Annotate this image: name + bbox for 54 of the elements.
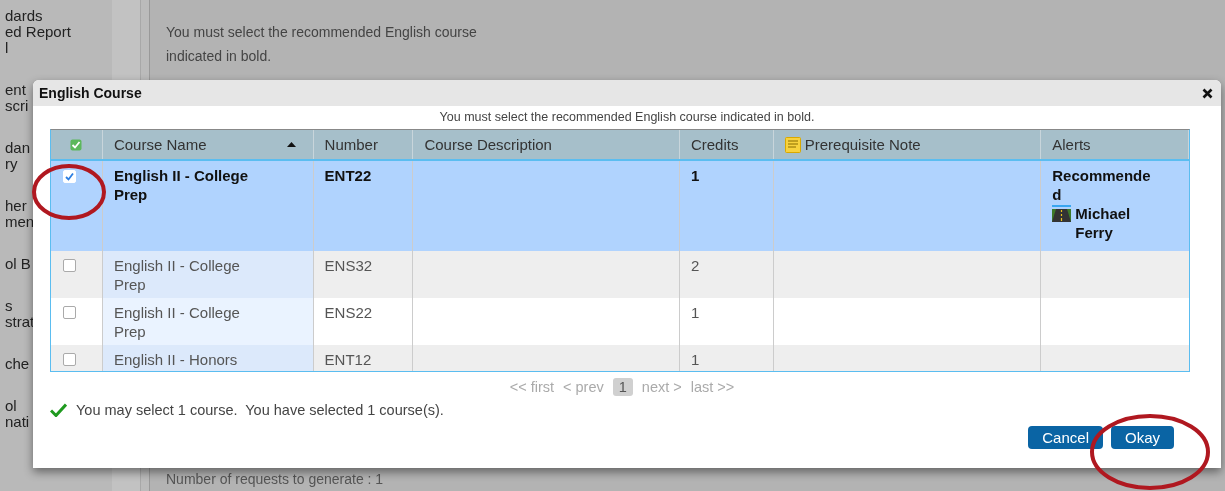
credits-text: 2 [690, 257, 700, 274]
column-header[interactable]: Prerequisite Note [804, 136, 921, 153]
course-name-text: English II - College Prep [113, 256, 241, 294]
sidebar-item-text: nati [5, 414, 30, 430]
sidebar-item-text: l [5, 40, 9, 56]
close-icon[interactable] [1202, 87, 1213, 99]
column-header[interactable]: Number [324, 136, 378, 153]
sidebar-item-text: dan [5, 140, 31, 156]
sidebar-item-text: ol [5, 398, 17, 414]
sidebar-item-text: ol B [5, 256, 31, 272]
row-checkbox[interactable] [63, 353, 76, 366]
instruction-text: You must select the recommended English course indicated in bold. [439, 110, 815, 124]
course-name-text: English II - College Prep [113, 166, 250, 204]
dialog-title: English Course [39, 85, 142, 101]
course-number-text: ENS32 [324, 257, 373, 274]
instruction-text: You must select the recommended English course indicated in bold. [166, 23, 478, 66]
selection-status-text: You may select 1 course. You have selected 1 course(s). [76, 402, 444, 418]
course-row[interactable]: English II - College Prep ENS32 2 [51, 251, 1189, 298]
sidebar-item-text: ry [5, 156, 18, 172]
sidebar-item-text: ent [5, 82, 26, 98]
select-all-check-icon[interactable] [70, 138, 83, 151]
sidebar-item-text: s [5, 298, 13, 314]
requests-count-text: Number of requests to generate : 1 [166, 471, 384, 487]
sidebar-item-text: her [5, 198, 27, 214]
sidebar-item-text: strat [5, 314, 35, 330]
course-name-text: English II - College Prep [113, 303, 241, 341]
sidebar-item-text: che [5, 356, 30, 372]
sort-ascending-icon[interactable] [286, 142, 296, 147]
course-name-text: English II - Honors [113, 350, 239, 369]
course-number-text: ENT22 [324, 167, 372, 184]
alert-text: Recommended [1052, 166, 1152, 204]
sidebar-item-text: dards [5, 8, 43, 24]
column-header[interactable]: Course Name [113, 136, 207, 153]
column-header[interactable]: Alerts [1052, 136, 1091, 153]
course-row[interactable]: English II - College Prep ENT22 1 Recommended Michael Ferry [51, 161, 1189, 251]
road-icon [1052, 205, 1072, 222]
okay-button[interactable]: Okay [1111, 426, 1174, 449]
course-number-text: ENT12 [324, 351, 372, 368]
cancel-button[interactable]: Cancel [1028, 426, 1103, 449]
course-number-text: ENS22 [324, 304, 373, 321]
sidebar-item-text: ed Report [5, 24, 71, 40]
sidebar-item-text: scri [5, 98, 29, 114]
note-icon [784, 136, 801, 153]
page-number-button[interactable]: 1 [612, 378, 633, 396]
credits-text: 1 [690, 351, 700, 368]
row-checkbox[interactable] [63, 259, 76, 272]
sidebar-item-text: men [5, 214, 35, 230]
column-header[interactable]: Credits [690, 136, 739, 153]
row-checkbox[interactable] [63, 306, 76, 319]
column-header[interactable]: Course Description [424, 136, 552, 153]
credits-text: 1 [690, 304, 700, 321]
teacher-name-text: Michael Ferry [1075, 204, 1132, 242]
course-row[interactable]: English II - Honors ENT12 1 [51, 345, 1189, 371]
credits-text: 1 [690, 167, 700, 184]
